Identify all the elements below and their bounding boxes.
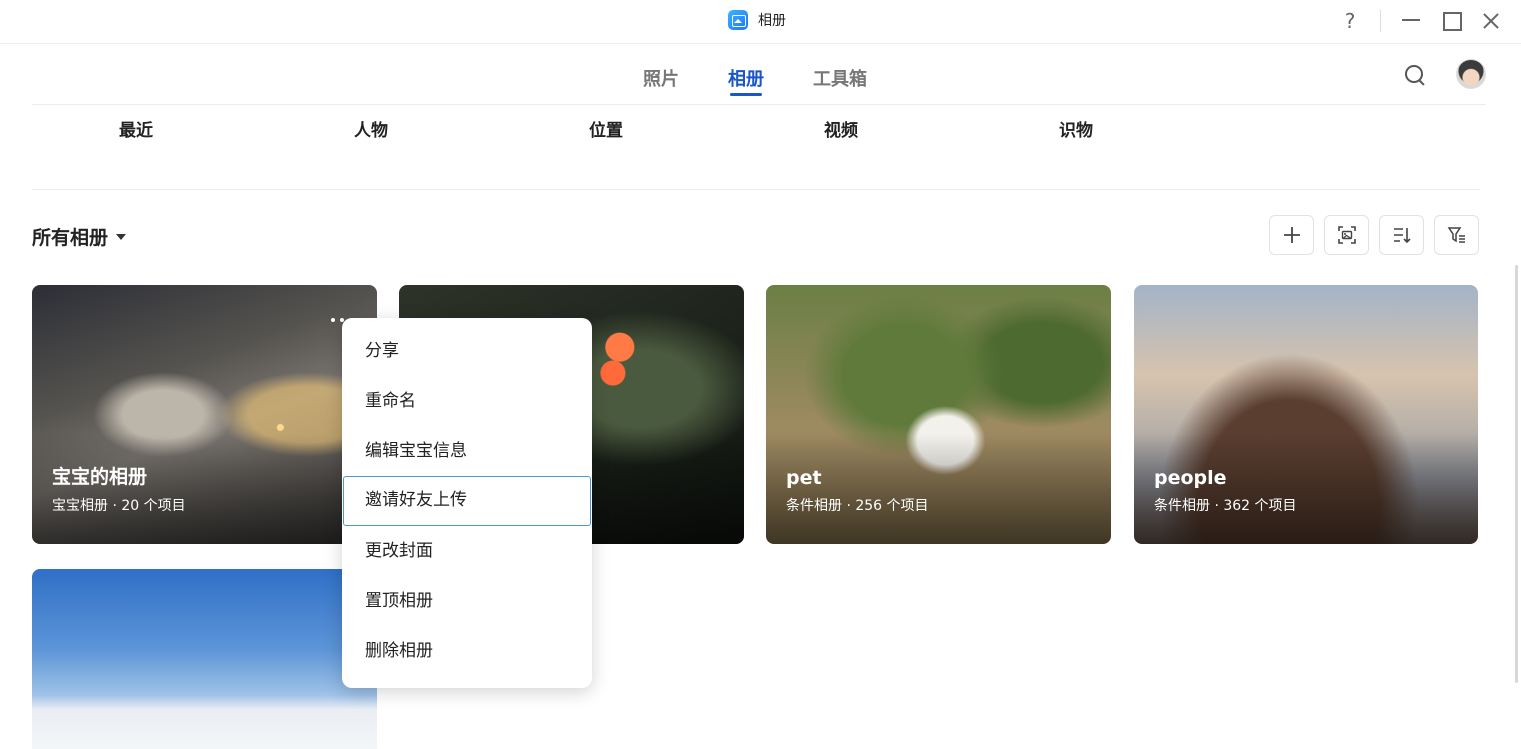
album-meta: 条件相册 · 362 个项目 bbox=[1154, 498, 1297, 514]
category-tabs: 最近 人物 位置 视频 识物 bbox=[0, 116, 1521, 146]
sort-icon bbox=[1394, 228, 1411, 244]
menu-item-rename[interactable]: 重命名 bbox=[342, 376, 592, 426]
category-people[interactable]: 人物 bbox=[354, 116, 388, 141]
album-context-menu: 分享 重命名 编辑宝宝信息 邀请好友上传 更改封面 置顶相册 删除相册 bbox=[342, 318, 592, 688]
scrollbar[interactable] bbox=[1515, 265, 1518, 683]
menu-item-delete-album[interactable]: 删除相册 bbox=[342, 626, 592, 676]
album-name: pet bbox=[786, 467, 822, 489]
tab-toolbox[interactable]: 工具箱 bbox=[813, 65, 867, 91]
category-location[interactable]: 位置 bbox=[589, 116, 623, 141]
cover-shade bbox=[766, 434, 1111, 544]
tab-albums[interactable]: 相册 bbox=[728, 65, 764, 91]
create-album-button[interactable] bbox=[1269, 215, 1314, 255]
maximize-button[interactable] bbox=[1437, 8, 1465, 34]
window-title: 相册 bbox=[758, 13, 786, 29]
filter-button[interactable] bbox=[1434, 215, 1479, 255]
face-scan-button[interactable] bbox=[1324, 215, 1369, 255]
title-bar: 相册 ? bbox=[0, 0, 1521, 44]
album-card-pet[interactable]: pet 条件相册 · 256 个项目 bbox=[766, 285, 1111, 544]
album-card-people[interactable]: people 条件相册 · 362 个项目 bbox=[1134, 285, 1478, 544]
caret-down-icon bbox=[116, 234, 127, 240]
album-name: 宝宝的相册 bbox=[52, 466, 148, 488]
album-filter-dropdown[interactable]: 所有相册 bbox=[32, 222, 127, 250]
face-scan-icon bbox=[1338, 226, 1356, 244]
sort-button[interactable] bbox=[1379, 215, 1424, 255]
menu-item-pin-album[interactable]: 置顶相册 bbox=[342, 576, 592, 626]
section-divider bbox=[32, 189, 1480, 190]
menu-item-invite-upload[interactable]: 邀请好友上传 bbox=[343, 476, 591, 526]
photo-app-icon bbox=[728, 10, 748, 30]
cover-shade bbox=[32, 434, 377, 544]
close-button[interactable] bbox=[1477, 8, 1505, 34]
search-icon[interactable] bbox=[1402, 62, 1428, 88]
tab-photos[interactable]: 照片 bbox=[643, 65, 679, 91]
title-separator bbox=[1380, 10, 1381, 32]
category-objects[interactable]: 识物 bbox=[1059, 116, 1093, 141]
top-navigation: 照片 相册 工具箱 bbox=[0, 45, 1521, 105]
avatar[interactable] bbox=[1456, 59, 1486, 89]
minimize-button[interactable] bbox=[1397, 8, 1425, 34]
album-card-snow[interactable] bbox=[32, 569, 377, 749]
app-title: 相册 bbox=[728, 9, 786, 31]
menu-item-edit-baby-info[interactable]: 编辑宝宝信息 bbox=[342, 426, 592, 476]
section-title: 所有相册 bbox=[32, 226, 109, 249]
menu-item-change-cover[interactable]: 更改封面 bbox=[342, 526, 592, 576]
nav-divider bbox=[32, 104, 1486, 105]
album-meta: 条件相册 · 256 个项目 bbox=[786, 498, 929, 514]
album-cover bbox=[32, 569, 377, 749]
plus-icon bbox=[1284, 227, 1300, 243]
album-card-baby[interactable]: 宝宝的相册 宝宝相册 · 20 个项目 bbox=[32, 285, 377, 544]
category-recent[interactable]: 最近 bbox=[119, 116, 153, 141]
help-button[interactable]: ? bbox=[1336, 8, 1364, 34]
filter-icon bbox=[1447, 227, 1465, 243]
active-tab-indicator bbox=[730, 93, 762, 96]
menu-item-share[interactable]: 分享 bbox=[342, 326, 592, 376]
category-video[interactable]: 视频 bbox=[824, 116, 858, 141]
cover-shade bbox=[1134, 434, 1478, 544]
album-meta: 宝宝相册 · 20 个项目 bbox=[52, 498, 186, 514]
album-name: people bbox=[1154, 467, 1227, 489]
